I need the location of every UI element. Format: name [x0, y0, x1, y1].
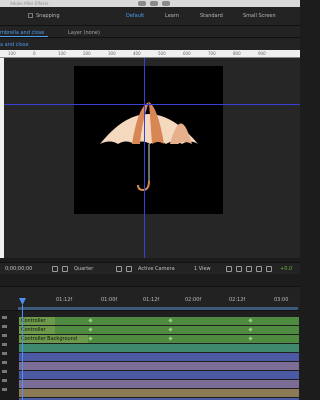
layer-bar[interactable] — [19, 362, 299, 370]
exposure-offset[interactable]: +0.0 — [280, 266, 292, 272]
horizontal-ruler[interactable]: 100 0 100 200 300 400 500 600 700 800 90… — [0, 50, 300, 58]
layer-switch-icon[interactable] — [2, 379, 7, 382]
layer-bar[interactable] — [19, 344, 299, 352]
layer-bar[interactable] — [19, 371, 299, 379]
window-title-bar: Adobe After Effects — [0, 0, 300, 7]
ruler-label: 0 — [33, 51, 36, 56]
view-option-icon[interactable] — [236, 266, 242, 272]
viewer-controls-bar: 0;00;00;00 Quarter Active Camera 1 View … — [0, 262, 300, 274]
layer-switch-icon[interactable] — [2, 343, 7, 346]
layer-bar[interactable]: Controller — [19, 317, 299, 325]
keyframe-icon[interactable] — [168, 327, 173, 332]
view-option-icon[interactable] — [266, 266, 272, 272]
time-label: 01:12f — [143, 297, 160, 303]
workspace-learn[interactable]: Learn — [165, 13, 179, 19]
time-label: 03:00 — [274, 297, 289, 303]
layer-switch-icon[interactable] — [2, 370, 7, 373]
view-option-icon[interactable] — [246, 266, 252, 272]
ruler-label: 600 — [183, 51, 191, 56]
layer-switch-icon[interactable] — [2, 352, 7, 355]
work-area-bar[interactable] — [18, 307, 298, 310]
keyframe-icon[interactable] — [248, 318, 253, 323]
keyframe-icon[interactable] — [248, 327, 253, 332]
composition-viewer[interactable] — [4, 58, 300, 258]
timecode-display[interactable]: 0;00;00;00 — [5, 266, 32, 272]
ruler-label: 400 — [133, 51, 141, 56]
layer-switch-icon[interactable] — [2, 325, 7, 328]
umbrella-artwork — [100, 102, 198, 192]
keyframe-icon[interactable] — [88, 336, 93, 341]
workspace-bar: Snapping Default Learn Standard Small Sc… — [0, 7, 300, 26]
layer-switch-icon[interactable] — [2, 316, 7, 319]
layer-bar[interactable]: Controller — [19, 326, 299, 334]
color-channel-icon[interactable] — [62, 266, 68, 272]
vertical-guide[interactable] — [144, 58, 145, 258]
camera-dropdown[interactable]: Active Camera — [138, 266, 175, 272]
views-dropdown[interactable]: 1 View — [194, 266, 211, 272]
comp-breadcrumb[interactable]: a and close — [0, 42, 29, 48]
ruler-label: 200 — [83, 51, 91, 56]
layer-bar[interactable] — [19, 389, 299, 397]
layer-switch-icon[interactable] — [2, 334, 7, 337]
timeline-panel: 01:12f 01:00f 01:12f 02:00f 02:12f 03:00… — [0, 286, 300, 400]
ruler-label: 100 — [58, 51, 66, 56]
workspace-default[interactable]: Default — [126, 13, 144, 19]
title-control-icon[interactable] — [138, 1, 146, 6]
snapshot-icon[interactable] — [52, 266, 58, 272]
layer-name: Controller — [21, 327, 46, 333]
snapping-checkbox[interactable] — [28, 13, 33, 18]
resolution-dropdown[interactable]: Quarter — [74, 266, 93, 272]
ruler-label: 900 — [258, 51, 266, 56]
snapping-label: Snapping — [36, 13, 60, 19]
ruler-label: 300 — [108, 51, 116, 56]
composition-canvas[interactable] — [74, 66, 223, 214]
playhead-line — [22, 305, 23, 400]
workspace-standard[interactable]: Standard — [200, 13, 223, 19]
time-ruler[interactable]: 01:12f 01:00f 01:12f 02:00f 02:12f 03:00 — [0, 287, 300, 311]
layer-switch-icon[interactable] — [2, 388, 7, 391]
horizontal-guide[interactable] — [4, 104, 300, 105]
region-of-interest-icon[interactable] — [116, 266, 122, 272]
time-label: 01:00f — [101, 297, 118, 303]
title-control-icon[interactable] — [150, 1, 158, 6]
view-option-icon[interactable] — [226, 266, 232, 272]
tab-layer[interactable]: Layer (none) — [68, 30, 100, 36]
layer-name: Controller — [21, 318, 46, 324]
keyframe-icon[interactable] — [168, 336, 173, 341]
title-control-icon[interactable] — [162, 1, 170, 6]
ruler-label: 800 — [233, 51, 241, 56]
layer-bar[interactable] — [19, 353, 299, 361]
ruler-label: 700 — [208, 51, 216, 56]
active-tab-indicator — [0, 36, 48, 37]
workspace-small-screen[interactable]: Small Screen — [243, 13, 276, 19]
keyframe-icon[interactable] — [168, 318, 173, 323]
layer-name: Controller Background — [21, 336, 78, 342]
layer-bar[interactable] — [19, 380, 299, 388]
keyframe-icon[interactable] — [88, 327, 93, 332]
window-title: Adobe After Effects — [10, 1, 49, 6]
time-label: 02:12f — [229, 297, 246, 303]
keyframe-icon[interactable] — [88, 318, 93, 323]
ruler-label: 100 — [8, 51, 16, 56]
viewer-panel-tabs: mbrella and close Layer (none) — [0, 26, 300, 38]
layer-switch-icon[interactable] — [2, 361, 7, 364]
playhead-icon[interactable] — [19, 298, 26, 305]
view-option-icon[interactable] — [256, 266, 262, 272]
layer-bar[interactable]: Controller Background — [19, 335, 299, 343]
time-label: 02:00f — [185, 297, 202, 303]
transparency-grid-icon[interactable] — [126, 266, 132, 272]
ruler-label: 500 — [158, 51, 166, 56]
keyframe-icon[interactable] — [248, 336, 253, 341]
time-label: 01:12f — [56, 297, 73, 303]
layer-switches-column — [0, 311, 18, 400]
composition-navigator: a and close — [0, 38, 300, 50]
